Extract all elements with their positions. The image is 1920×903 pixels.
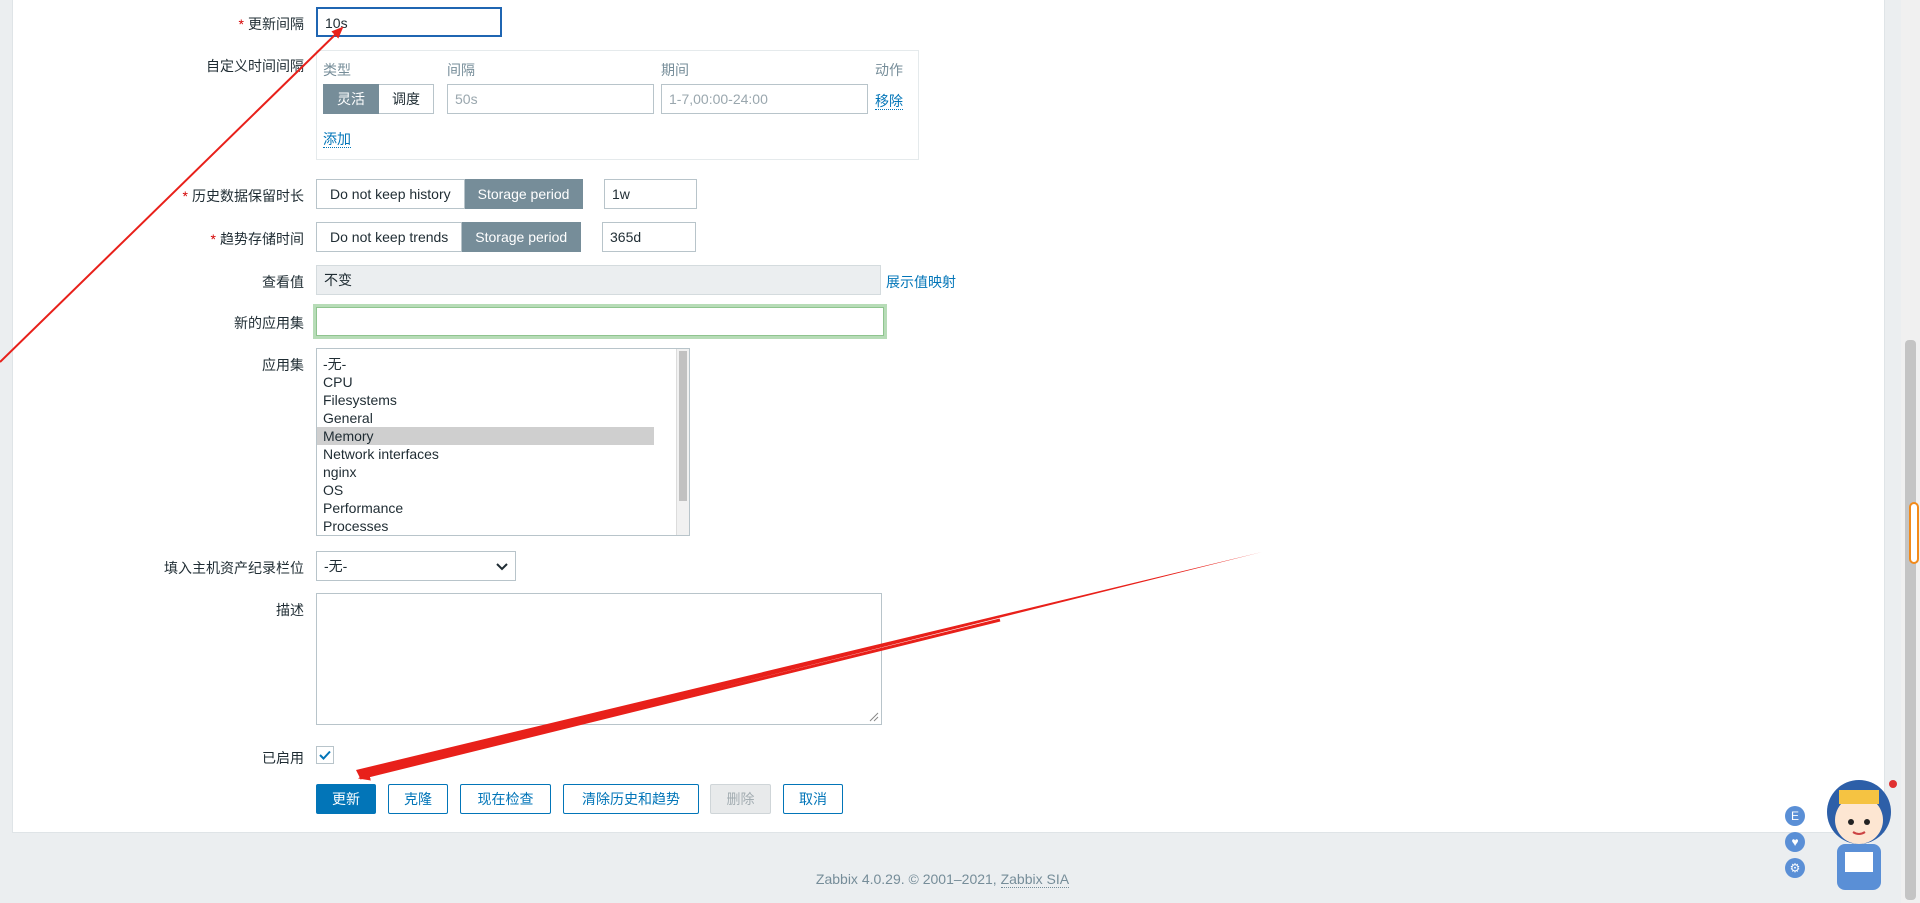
action-header: 动作 bbox=[875, 62, 903, 78]
description-textarea[interactable] bbox=[316, 593, 882, 725]
update-interval-input[interactable]: 10s bbox=[316, 7, 502, 37]
clear-history-trends-button[interactable]: 清除历史和趋势 bbox=[563, 784, 699, 814]
custom-intervals-label: 自定义时间间隔 bbox=[206, 58, 304, 74]
footer: Zabbix 4.0.29. © 2001–2021, Zabbix SIA bbox=[815, 871, 1070, 888]
inventory-label: 填入主机资产纪录栏位 bbox=[164, 560, 304, 576]
history-period-input[interactable]: 1w bbox=[604, 179, 697, 209]
update-button[interactable]: 更新 bbox=[316, 784, 376, 814]
add-interval-link[interactable]: 添加 bbox=[323, 131, 351, 148]
trends-mode-toggle: Do not keep trends Storage period bbox=[316, 222, 582, 252]
update-interval-label: * 更新间隔 bbox=[238, 16, 304, 32]
new-application-input[interactable] bbox=[313, 304, 887, 339]
show-value-label: 查看值 bbox=[262, 274, 304, 290]
new-application-label: 新的应用集 bbox=[234, 315, 304, 331]
custom-period-input[interactable]: 1-7,00:00-24:00 bbox=[661, 84, 868, 114]
history-storage-period-option[interactable]: Storage period bbox=[464, 179, 584, 209]
cancel-button[interactable]: 取消 bbox=[783, 784, 843, 814]
side-handle-icon[interactable] bbox=[1909, 502, 1919, 564]
type-flexible-option[interactable]: 灵活 bbox=[323, 84, 379, 114]
gear-icon[interactable]: ⚙ bbox=[1785, 858, 1805, 878]
custom-interval-input[interactable]: 50s bbox=[447, 84, 654, 114]
history-mode-toggle: Do not keep history Storage period bbox=[316, 179, 584, 209]
application-option[interactable]: OS bbox=[317, 481, 654, 499]
check-now-button[interactable]: 现在检查 bbox=[460, 784, 551, 814]
listbox-scrollbar-thumb[interactable] bbox=[679, 351, 687, 501]
type-scheduling-option[interactable]: 调度 bbox=[379, 84, 434, 114]
application-option[interactable]: nginx bbox=[317, 463, 654, 481]
period-header: 期间 bbox=[661, 62, 689, 78]
listbox-scrollbar[interactable] bbox=[676, 349, 689, 535]
enabled-checkbox[interactable] bbox=[316, 746, 334, 764]
shirt-icon[interactable]: ♥ bbox=[1785, 832, 1805, 852]
enabled-label: 已启用 bbox=[262, 750, 304, 766]
history-do-not-keep-option[interactable]: Do not keep history bbox=[316, 179, 465, 209]
form-panel bbox=[12, 0, 1885, 833]
application-option[interactable]: -无- bbox=[317, 355, 654, 373]
trends-storage-period-option[interactable]: Storage period bbox=[462, 222, 582, 252]
trends-period-input[interactable]: 365d bbox=[602, 222, 696, 252]
checkmark-icon bbox=[319, 750, 331, 760]
resize-handle-icon[interactable] bbox=[869, 712, 879, 722]
page-scrollbar[interactable] bbox=[1901, 0, 1920, 903]
chevron-down-icon bbox=[496, 563, 508, 571]
delete-button: 删除 bbox=[710, 784, 771, 814]
e-icon[interactable]: E bbox=[1785, 806, 1805, 826]
trends-do-not-keep-option[interactable]: Do not keep trends bbox=[316, 222, 463, 252]
applications-label: 应用集 bbox=[262, 357, 304, 373]
clone-button[interactable]: 克隆 bbox=[388, 784, 448, 814]
mascot-icon bbox=[1827, 780, 1897, 890]
remove-interval-link[interactable]: 移除 bbox=[875, 93, 903, 110]
type-header: 类型 bbox=[323, 62, 351, 78]
interval-type-toggle: 灵活 调度 bbox=[323, 84, 434, 114]
footer-company-link[interactable]: Zabbix SIA bbox=[1000, 871, 1070, 888]
application-option[interactable]: Filesystems bbox=[317, 391, 654, 409]
application-option-selected[interactable]: Memory bbox=[317, 427, 654, 445]
application-option[interactable]: CPU bbox=[317, 373, 654, 391]
application-option[interactable]: Processes bbox=[317, 517, 654, 535]
description-label: 描述 bbox=[276, 602, 304, 618]
show-value-field[interactable]: 不变 bbox=[316, 265, 881, 295]
show-value-mappings-link[interactable]: 展示值映射 bbox=[886, 274, 956, 290]
interval-header: 间隔 bbox=[447, 62, 475, 78]
applications-listbox[interactable]: -无- CPU Filesystems General Memory Netwo… bbox=[316, 348, 690, 536]
trends-label: * 趋势存储时间 bbox=[210, 231, 304, 247]
inventory-select[interactable]: -无- bbox=[316, 551, 516, 581]
application-option[interactable]: Performance bbox=[317, 499, 654, 517]
history-label: * 历史数据保留时长 bbox=[182, 188, 304, 204]
application-option[interactable]: Network interfaces bbox=[317, 445, 654, 463]
application-option[interactable]: General bbox=[317, 409, 654, 427]
